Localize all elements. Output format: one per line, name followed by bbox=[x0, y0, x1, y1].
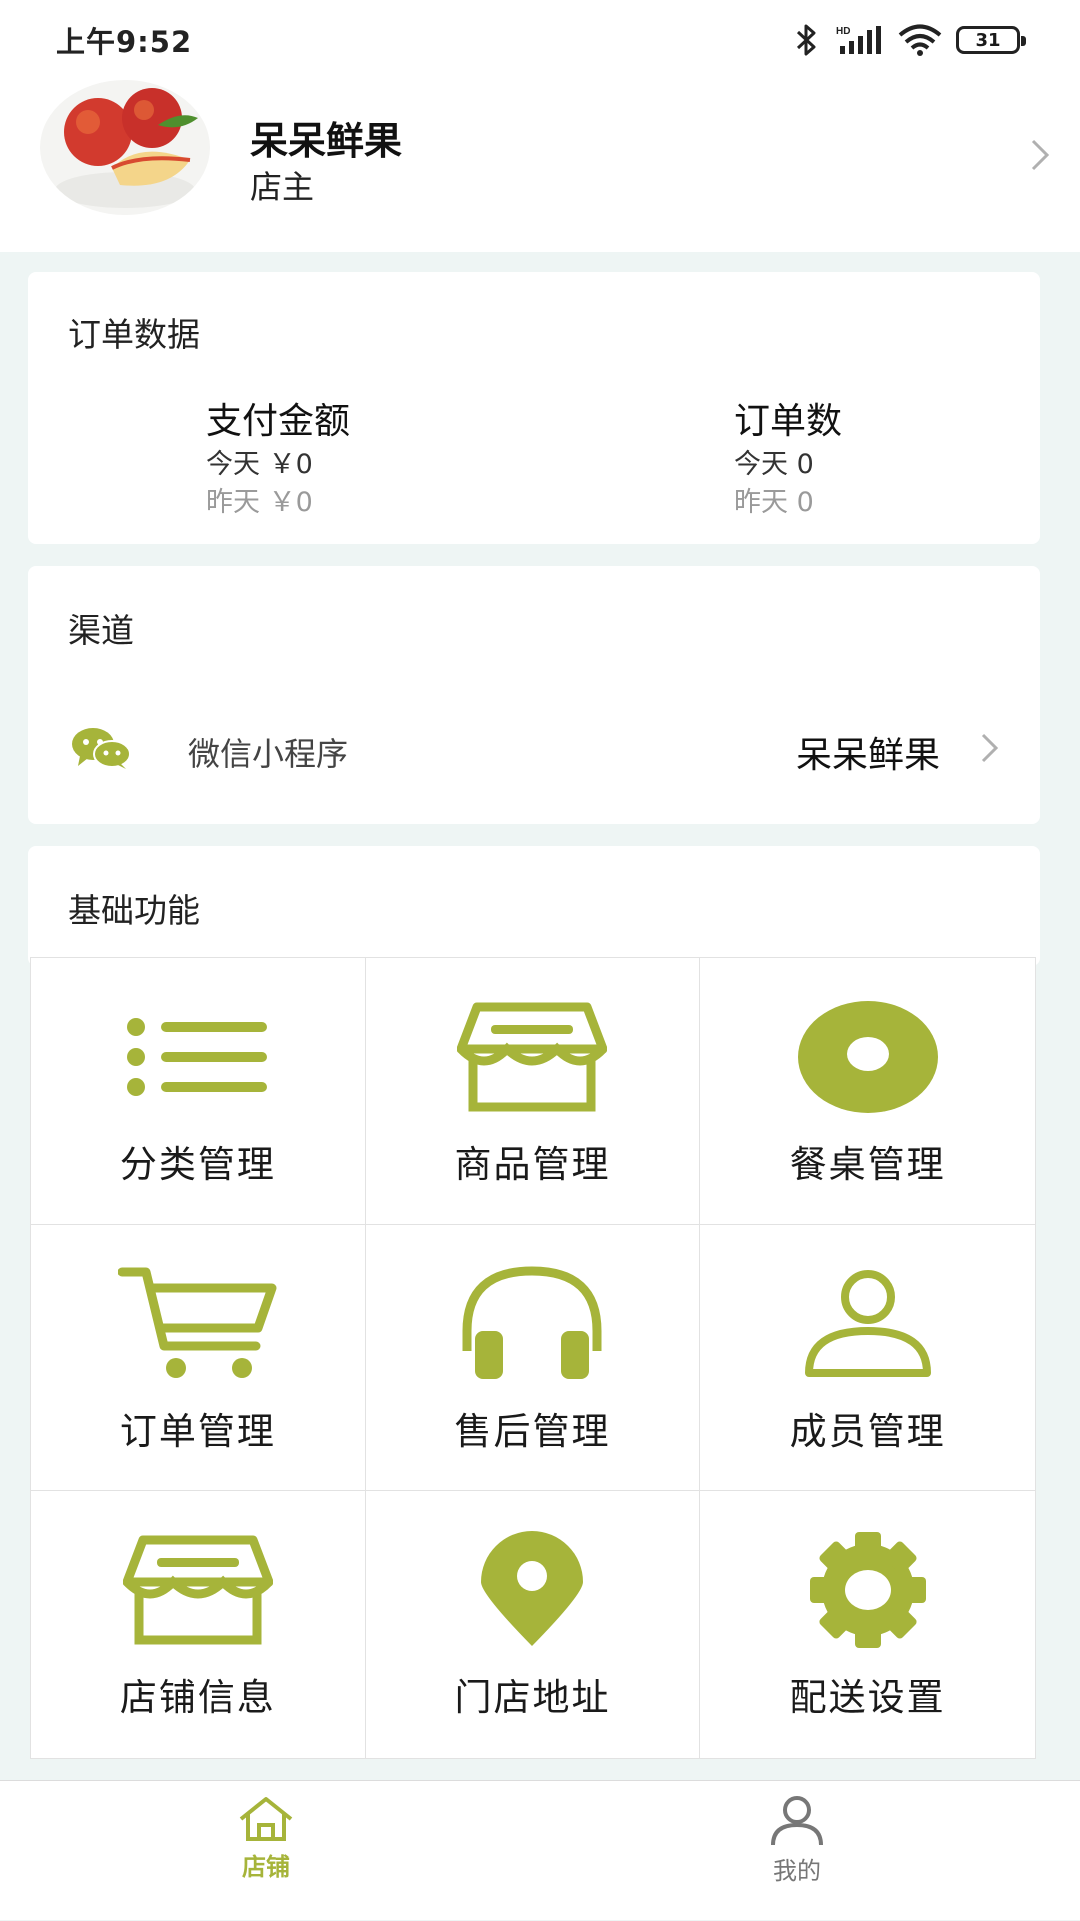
order-data-title: 订单数据 bbox=[68, 315, 200, 354]
wechat-icon bbox=[72, 728, 131, 769]
delivery-settings-button[interactable]: 配送设置 bbox=[700, 1491, 1035, 1758]
shop-avatar bbox=[40, 80, 210, 215]
gear-icon bbox=[809, 1532, 926, 1649]
product-management-button[interactable]: 商品管理 bbox=[365, 958, 701, 1225]
order-count-label: 订单数 bbox=[734, 401, 843, 442]
basic-functions-title: 基础功能 bbox=[68, 891, 200, 930]
after-sales-management-label: 售后管理 bbox=[454, 1409, 611, 1453]
product-management-label: 商品管理 bbox=[454, 1143, 611, 1186]
store-address-label: 门店地址 bbox=[454, 1676, 611, 1720]
network-type: HD bbox=[836, 26, 850, 37]
order-count-today: 今天 0 bbox=[734, 449, 814, 480]
shop-role: 店主 bbox=[250, 168, 315, 206]
payment-label: 支付金额 bbox=[206, 401, 351, 442]
shop-name: 呆呆鲜果 bbox=[250, 119, 403, 163]
order-management-button[interactable]: 订单管理 bbox=[31, 1224, 366, 1492]
store-info-label: 店铺信息 bbox=[119, 1676, 276, 1720]
order-count-yesterday: 昨天 0 bbox=[734, 487, 814, 518]
category-management-label: 分类管理 bbox=[119, 1143, 276, 1186]
chevron-right-icon bbox=[981, 733, 999, 763]
status-bar: 上午9:52 HD 31 bbox=[0, 0, 1080, 80]
battery-level: 31 bbox=[975, 29, 1001, 51]
payment-today: 今天 ￥0 bbox=[206, 449, 313, 480]
function-grid: 分类管理 商品管理 餐桌管理 订单管理 售后管理 成员管理 店铺信息 门店地址 … bbox=[30, 957, 1036, 1759]
channel-title: 渠道 bbox=[68, 611, 134, 650]
channel-card: 渠道 微信小程序 呆呆鲜果 bbox=[28, 566, 1040, 824]
tab-mine[interactable]: 我的 bbox=[697, 1781, 897, 1921]
tab-store[interactable]: 店铺 bbox=[166, 1781, 366, 1921]
store-icon bbox=[122, 1535, 273, 1645]
apple-fruit-image bbox=[55, 88, 198, 208]
location-pin-icon bbox=[481, 1531, 584, 1647]
chevron-right-icon bbox=[1031, 139, 1050, 171]
payment-yesterday: 昨天 ￥0 bbox=[206, 487, 313, 518]
order-data-card: 订单数据 支付金额 今天 ￥0 昨天 ￥0 订单数 今天 0 昨天 0 bbox=[28, 272, 1040, 544]
after-sales-management-button[interactable]: 售后管理 bbox=[365, 1224, 701, 1492]
category-management-button[interactable]: 分类管理 bbox=[31, 958, 366, 1225]
channel-shop-name: 呆呆鲜果 bbox=[795, 735, 940, 776]
status-time: 上午9:52 bbox=[56, 25, 193, 59]
channel-name: 微信小程序 bbox=[188, 735, 349, 773]
wifi-icon bbox=[898, 24, 942, 56]
tab-store-label: 店铺 bbox=[242, 1853, 290, 1881]
order-management-label: 订单管理 bbox=[119, 1409, 276, 1453]
delivery-settings-label: 配送设置 bbox=[789, 1676, 946, 1720]
home-icon bbox=[239, 1797, 293, 1841]
list-icon bbox=[126, 1018, 267, 1096]
user-icon bbox=[804, 1269, 931, 1377]
cart-icon bbox=[117, 1267, 277, 1378]
basic-functions-card: 基础功能 bbox=[28, 846, 1040, 966]
table-management-button[interactable]: 餐桌管理 bbox=[700, 958, 1035, 1225]
status-icons: HD 31 bbox=[794, 23, 1026, 57]
table-management-label: 餐桌管理 bbox=[789, 1143, 946, 1186]
member-management-button[interactable]: 成员管理 bbox=[700, 1225, 1035, 1492]
headphones-icon bbox=[462, 1266, 602, 1379]
store-info-button[interactable]: 店铺信息 bbox=[31, 1491, 366, 1758]
store-icon bbox=[457, 1002, 608, 1112]
store-address-button[interactable]: 门店地址 bbox=[366, 1491, 701, 1758]
bluetooth-icon bbox=[796, 24, 816, 56]
user-icon bbox=[771, 1796, 823, 1846]
shop-profile-header[interactable]: 呆呆鲜果 店主 bbox=[0, 80, 1080, 252]
bottom-tab-bar: 店铺 我的 bbox=[0, 1780, 1080, 1920]
cellular-signal-icon: HD bbox=[836, 26, 881, 54]
battery-icon: 31 bbox=[956, 26, 1026, 54]
tab-mine-label: 我的 bbox=[773, 1857, 821, 1885]
table-icon bbox=[797, 1001, 938, 1113]
member-management-label: 成员管理 bbox=[789, 1409, 946, 1453]
